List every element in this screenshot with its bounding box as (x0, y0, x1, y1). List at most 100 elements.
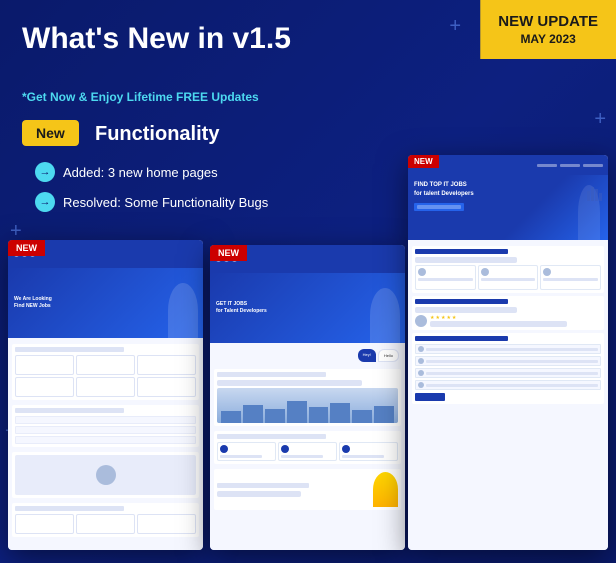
grid-item-5 (76, 377, 135, 397)
review-section: ★★★★★ (412, 296, 604, 330)
mock-info-block (15, 455, 196, 495)
candidate-card-1 (415, 265, 476, 290)
mock-grid-1 (15, 355, 196, 397)
grid-item-1 (15, 355, 74, 375)
grid-item-6 (137, 377, 196, 397)
building-7 (352, 410, 372, 423)
building-5 (309, 407, 329, 423)
mock-hero-text-2: GET IT JOBSfor Talent Developers (216, 301, 326, 315)
mock-section-help (214, 469, 401, 510)
view-all-button[interactable] (415, 393, 445, 401)
candidate-card-2 (478, 265, 539, 290)
new-ribbon-2: NEW (210, 245, 247, 261)
mock-hero-text-1: We Are LookingFind NEW Jobs (14, 296, 124, 310)
mock-section-info (12, 452, 199, 498)
step-num-1 (220, 445, 228, 453)
mock-item-1 (15, 416, 196, 424)
help-row (217, 472, 398, 507)
arrow-icon-2: → (35, 192, 55, 212)
featured-section (412, 333, 604, 404)
cand-avatar-1 (418, 268, 426, 276)
mock-section-jobs (12, 503, 199, 537)
mock-section-category (12, 344, 199, 400)
help-line (217, 491, 301, 497)
new-ribbon-1: NEW (8, 240, 45, 256)
bullet-text-2: Resolved: Some Functionality Bugs (63, 195, 268, 210)
candidate-grid-1 (415, 265, 601, 290)
update-badge-title: NEW UPDATE (498, 12, 598, 32)
search-bar-mock (417, 205, 461, 209)
step-line-3 (342, 455, 384, 458)
bullet-text-1: Added: 3 new home pages (63, 165, 218, 180)
plus-decoration-2: + (594, 108, 606, 131)
mock-steps (217, 442, 398, 461)
browse-header (217, 372, 326, 377)
grid-item-8 (76, 514, 135, 534)
nav-item-2 (560, 164, 580, 167)
plus-decoration-1: + (449, 15, 461, 38)
building-6 (330, 403, 350, 423)
grid-item-9 (137, 514, 196, 534)
mock-hero-figure-1 (168, 283, 198, 338)
featured-items (415, 344, 601, 390)
building-1 (221, 411, 241, 423)
connect-title (415, 249, 508, 254)
cand-avatar-2 (481, 268, 489, 276)
fi-line-1 (426, 348, 598, 351)
mock-section-header-1 (15, 347, 124, 352)
mock-section-featured (12, 405, 199, 447)
building-3 (265, 409, 285, 423)
city-buildings (217, 398, 398, 423)
reviewer-avatar (415, 315, 427, 327)
hero3-content: FIND TOP IT JOBSfor talent Developers (414, 181, 602, 211)
screenshot-card-1: NEW We Are LookingFind NEW Jobs (8, 240, 203, 550)
bullet-item-1: → Added: 3 new home pages (35, 162, 218, 182)
fi-line-3 (426, 372, 598, 375)
bullet-item-2: → Resolved: Some Functionality Bugs (35, 192, 268, 212)
connect-sub (415, 257, 517, 263)
how-header (217, 434, 326, 439)
chat-bubble-1: Hey! (358, 349, 376, 362)
featured-title (415, 336, 508, 341)
help-header (217, 483, 309, 488)
grid-item-2 (76, 355, 135, 375)
featured-item-4 (415, 380, 601, 390)
header3-nav (537, 164, 603, 167)
functionality-label: Functionality (95, 123, 219, 146)
mock-section-browse (214, 369, 401, 426)
mock-item-2 (15, 426, 196, 434)
mock-connect-section (412, 246, 604, 293)
step-3 (339, 442, 398, 461)
building-4 (287, 401, 307, 423)
sub-heading: *Get Now & Enjoy Lifetime FREE Updates (22, 90, 259, 104)
featured-item-1 (415, 344, 601, 354)
help-figure (373, 472, 398, 507)
mock-hero-2: GET IT JOBSfor Talent Developers (210, 273, 405, 343)
featured-item-3 (415, 368, 601, 378)
help-text-col (217, 483, 370, 497)
update-badge-date: MAY 2023 (498, 32, 598, 48)
screenshot-card-2: NEW GET IT JOBSfor Talent Developers Hey… (210, 245, 405, 550)
grid-item-4 (15, 377, 74, 397)
review-text (430, 321, 567, 327)
main-background: + + + + NEW UPDATE MAY 2023 What's New i… (0, 0, 616, 563)
new-ribbon-3: NEW (408, 155, 439, 168)
mock-hero-3: FIND TOP IT JOBSfor talent Developers (408, 175, 608, 240)
arrow-icon-1: → (35, 162, 55, 182)
mock-site-1: We Are LookingFind NEW Jobs (8, 240, 203, 550)
hero3-text: FIND TOP IT JOBSfor talent Developers (414, 181, 602, 199)
city-placeholder (217, 388, 398, 423)
mock-hero-figure-2 (370, 288, 400, 343)
featured-item-2 (415, 356, 601, 366)
candidate-card-3 (540, 265, 601, 290)
review-row: ★★★★★ (415, 315, 601, 327)
step-num-2 (281, 445, 289, 453)
fi-line-2 (426, 360, 598, 363)
building-2 (243, 405, 263, 423)
mock-grid-2 (15, 514, 196, 534)
fi-avatar-4 (418, 382, 424, 388)
nav-item-3 (583, 164, 603, 167)
mock-section-how (214, 431, 401, 464)
mock-content-3: ★★★★★ (408, 240, 608, 550)
screenshot-card-3: NEW FIND TOP IT JOBSfor talent Developer… (408, 155, 608, 550)
